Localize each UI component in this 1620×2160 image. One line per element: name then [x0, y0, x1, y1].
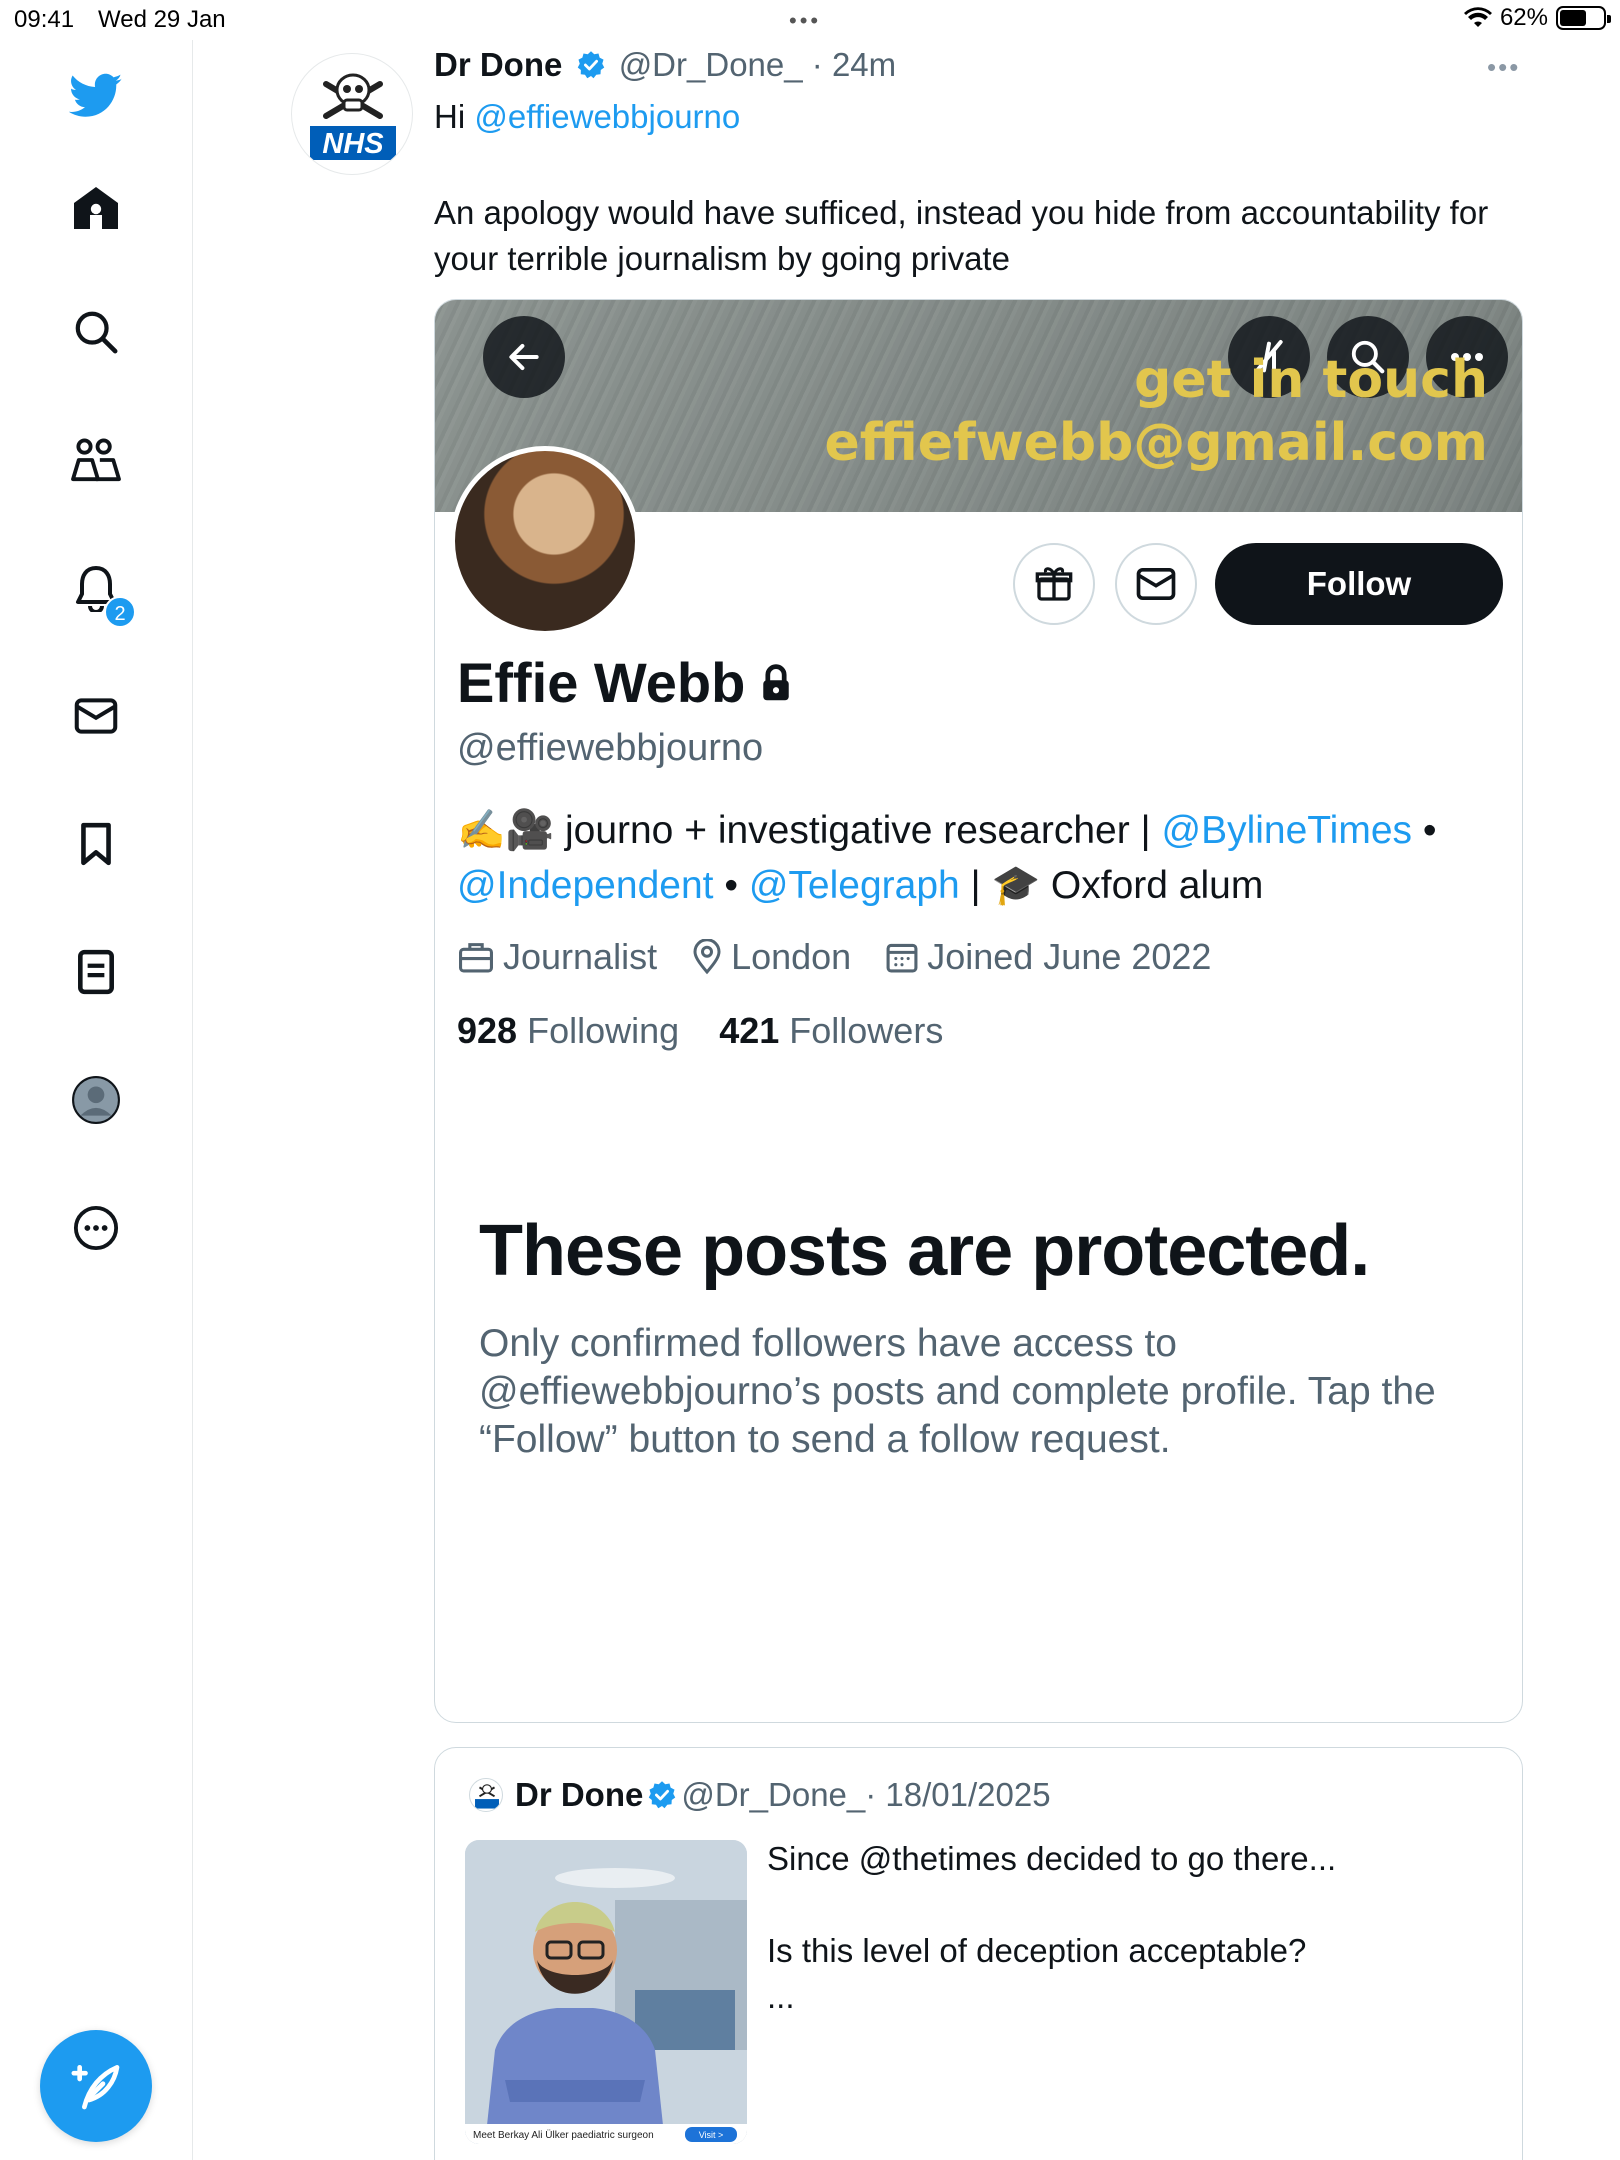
profile-name: Effie Webb — [457, 651, 746, 714]
status-indicators: 62% — [1463, 4, 1611, 32]
quoted-date: · 18/01/2025 — [865, 1776, 1051, 1813]
message-envelope-icon — [1115, 543, 1197, 625]
followers-label: Followers — [789, 1010, 944, 1051]
writing-hand-emoji: ✍️ — [457, 809, 506, 852]
quoted-line-2: Is this level of deception acceptable? — [767, 1932, 1307, 1969]
quoted-author-handle: @Dr_Done_ — [681, 1776, 866, 1813]
profile-handle: @effiewebbjourno — [457, 727, 764, 769]
greeting-text: Hi — [434, 98, 466, 135]
profile-bio: ✍️🎥 journo + investigative researcher | … — [457, 803, 1507, 913]
occupation-text: Journalist — [503, 936, 658, 977]
location-text: London — [731, 936, 852, 977]
banner-text-line1: get in touch — [1134, 350, 1488, 410]
gift-icon — [1013, 543, 1095, 625]
location-pin-icon — [693, 939, 721, 975]
profile-name-row: Effie Webb — [457, 650, 793, 715]
author-avatar[interactable]: NHS — [291, 53, 413, 175]
movie-camera-emoji: 🎥 — [505, 809, 555, 852]
verified-badge-icon — [649, 1781, 676, 1809]
image-caption-text: Meet Berkay Ali Ülker paediatric surgeon — [473, 2129, 654, 2141]
bio-separator-1: • — [1412, 809, 1437, 852]
skull-nhs-logo-icon: NHS — [310, 73, 396, 160]
bookmarks-icon[interactable] — [66, 814, 126, 874]
home-icon[interactable] — [66, 178, 126, 238]
status-date: Wed 29 Jan — [98, 6, 226, 33]
tweet-greeting-line: Hi @effiewebbjourno — [434, 98, 740, 136]
follow-button: Follow — [1215, 543, 1503, 625]
profile-stats: 928 Following 421 Followers — [457, 1010, 943, 1052]
joined-item: Joined June 2022 — [885, 936, 1211, 978]
joined-text: Joined June 2022 — [927, 936, 1212, 977]
location-item: London — [691, 936, 851, 978]
battery-percent: 62% — [1499, 4, 1548, 31]
verified-badge-icon — [577, 51, 604, 79]
following-count: 928 — [457, 1010, 518, 1051]
calendar-icon — [886, 943, 918, 973]
lock-icon — [763, 663, 790, 700]
status-bar: 09:41 Wed 29 Jan ••• 62% — [0, 0, 1620, 40]
quoted-tweet-header: Dr Done @Dr_Done_ · 18/01/2025 — [469, 1776, 1051, 1814]
status-time: 09:41 — [14, 6, 75, 33]
briefcase-icon — [459, 943, 493, 973]
quoted-author-name: Dr Done — [515, 1776, 644, 1813]
back-arrow-icon — [483, 316, 565, 398]
bio-separator-2: • — [713, 864, 749, 907]
author-handle[interactable]: @Dr_Done_ — [619, 46, 803, 83]
bio-mention-telegraph: @Telegraph — [748, 864, 960, 907]
protected-description: Only confirmed followers have access to … — [479, 1322, 1436, 1461]
tweet-time[interactable]: · 24m — [812, 46, 896, 83]
image-visit-button: Visit > — [699, 2130, 724, 2140]
profile-meta: Journalist London Joined June 2022 — [457, 936, 1229, 978]
messages-envelope-icon[interactable] — [66, 686, 126, 746]
bio-text-2: | — [959, 864, 992, 907]
tweet-more-icon[interactable]: ••• — [1487, 52, 1520, 83]
following-label: Following — [527, 1010, 680, 1051]
bio-text-3: Oxford alum — [1040, 864, 1264, 907]
tweet-header: Dr Done @Dr_Done_ · 24m — [434, 46, 896, 84]
quoted-line-1: Since @thetimes decided to go there... — [767, 1840, 1337, 1877]
graduation-cap-emoji: 🎓 — [991, 864, 1041, 907]
svg-text:NHS: NHS — [322, 128, 384, 160]
wifi-icon — [1463, 7, 1492, 27]
bio-text-1: journo + investigative researcher | — [554, 809, 1162, 852]
banner-text-line2: effiefwebb@gmail.com — [824, 413, 1488, 473]
quoted-tweet-text: Since @thetimes decided to go there... I… — [767, 1836, 1497, 2020]
quoted-tweet-image[interactable]: Meet Berkay Ali Ülker paediatric surgeon… — [465, 1840, 747, 2144]
mention-link[interactable]: @effiewebbjourno — [474, 98, 740, 135]
more-options-icon[interactable] — [66, 1198, 126, 1258]
battery-icon — [1556, 6, 1611, 30]
profile-avatar-icon[interactable] — [66, 1070, 126, 1130]
skull-nhs-logo-icon — [475, 1784, 499, 1809]
notification-badge: 2 — [104, 596, 136, 628]
lists-icon[interactable] — [66, 942, 126, 1002]
bio-mention-independent: @Independent — [457, 864, 714, 907]
communities-icon[interactable] — [66, 430, 126, 490]
compose-feather-icon — [71, 2065, 120, 2110]
twitter-logo-icon[interactable] — [66, 66, 126, 126]
explore-search-icon[interactable] — [66, 302, 126, 362]
author-name[interactable]: Dr Done — [434, 46, 562, 83]
compose-tweet-button[interactable] — [40, 2030, 152, 2142]
followers-count: 421 — [719, 1010, 780, 1051]
protected-title: These posts are protected. — [479, 1211, 1370, 1291]
quoted-author-avatar — [469, 1778, 503, 1812]
sidebar-nav: 2 — [0, 40, 193, 2160]
tweet-text: An apology would have sufficed, instead … — [434, 194, 1489, 277]
occupation-item: Journalist — [457, 936, 657, 978]
bio-mention-bylinetimes: @BylineTimes — [1161, 809, 1413, 852]
profile-photo — [450, 446, 640, 636]
quoted-ellipsis: ... — [767, 1978, 795, 2015]
attached-screenshot[interactable]: get in touch effiefwebb@gmail.com Follow… — [434, 299, 1523, 1723]
battery-fill — [1560, 10, 1587, 26]
quoted-tweet[interactable]: Dr Done @Dr_Done_ · 18/01/2025 Meet Berk… — [434, 1747, 1523, 2160]
multitasking-dots-icon[interactable]: ••• — [789, 8, 821, 34]
